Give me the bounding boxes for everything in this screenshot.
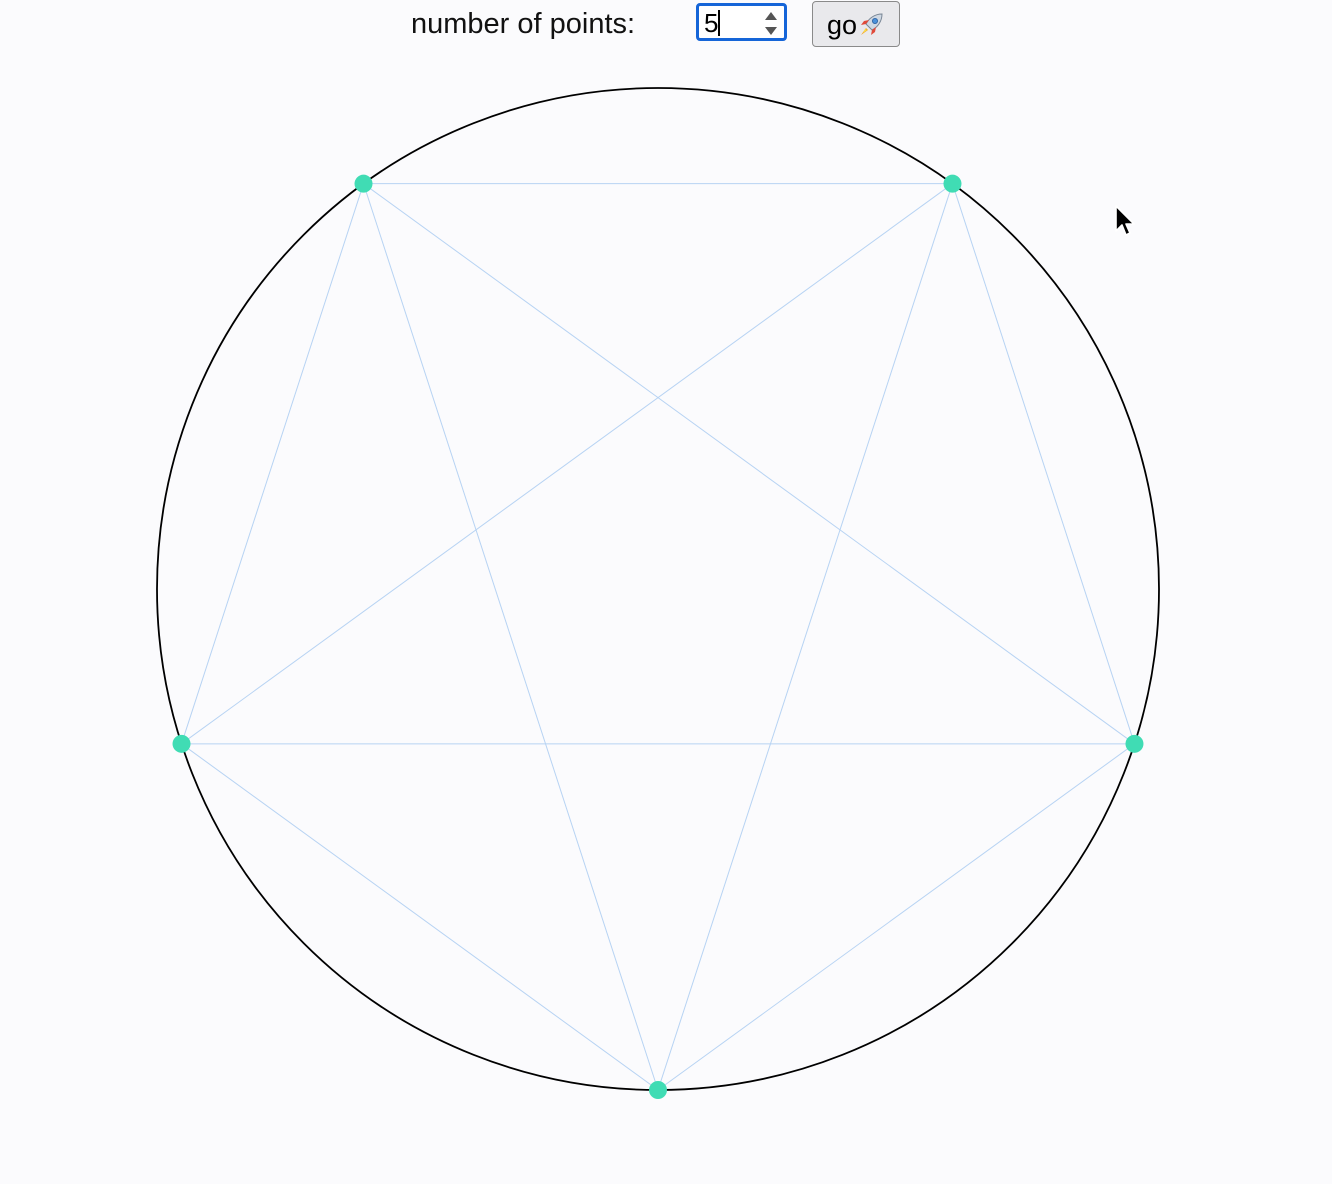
vertex-point [1125,734,1144,753]
chord-line [657,743,1135,1091]
chord-line [657,183,953,1091]
vertex-point [943,174,962,193]
chord-line [363,183,659,1091]
vertex-points [172,174,1144,1099]
mouse-cursor-icon [1115,205,1135,236]
pentagram-canvas [156,87,1160,1099]
outer-circle [156,87,1160,1091]
vertex-point [354,174,373,193]
chord-line [181,183,953,745]
chord-line [181,743,659,1091]
chord-line [363,183,1135,745]
vertex-point [649,1081,667,1099]
vertex-point [172,734,191,753]
chord-lines [181,183,1135,1091]
